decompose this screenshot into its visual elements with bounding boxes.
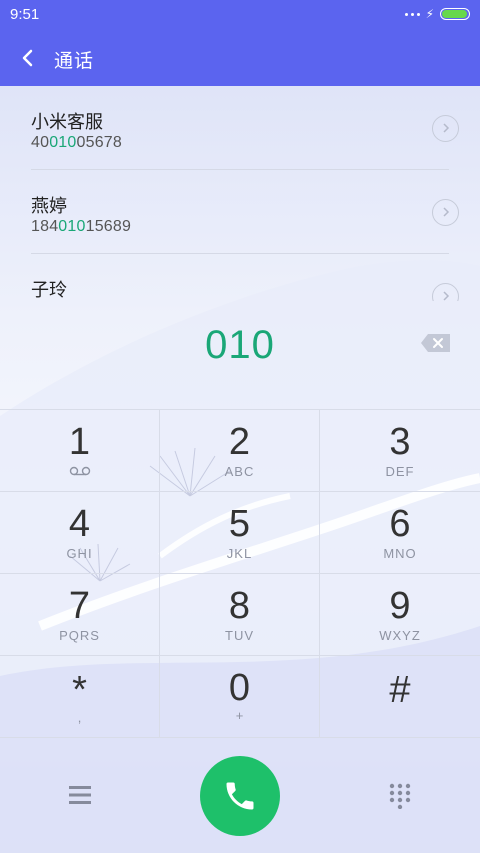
contact-name: 小米客服 [31, 112, 103, 132]
call-button[interactable] [200, 756, 280, 836]
number-match: 010 [58, 218, 86, 235]
chevron-right-icon [443, 291, 450, 301]
key-star[interactable]: * , [0, 656, 160, 738]
key-digit: * [72, 669, 87, 711]
status-bar: 9:51 ⚡ [0, 0, 480, 30]
key-9[interactable]: 9 WXYZ [320, 574, 480, 656]
dialed-number: 010 [205, 323, 275, 367]
number-match: 010 [49, 134, 77, 151]
key-digit: 3 [389, 421, 411, 463]
key-3[interactable]: 3 DEF [320, 410, 480, 492]
menu-icon[interactable] [68, 784, 92, 806]
key-5[interactable]: 5 JKL [160, 492, 320, 574]
contact-detail-button[interactable] [432, 199, 459, 226]
key-digit: 8 [228, 585, 251, 627]
key-digit: 9 [389, 585, 411, 627]
key-letters: DEF [385, 464, 415, 479]
contact-suggestions: 小米客服 4001005678 燕婷 18401015689 子玲 [0, 86, 480, 301]
charging-icon: ⚡ [425, 7, 434, 21]
number-prefix: 184 [31, 218, 59, 235]
key-letters: + [235, 708, 244, 723]
app-bar: 通话 [0, 30, 480, 86]
key-digit: 4 [68, 503, 91, 545]
key-0[interactable]: 0 + [160, 656, 320, 738]
key-letters: JKL [226, 546, 253, 561]
battery-level [442, 10, 467, 18]
contact-name: 子玲 [31, 280, 67, 300]
status-time: 9:51 [10, 6, 40, 23]
key-6[interactable]: 6 MNO [320, 492, 480, 574]
voicemail-icon [69, 466, 90, 476]
backspace-icon[interactable] [420, 333, 452, 353]
key-letters: TUV [225, 628, 254, 643]
key-letters: GHI [66, 546, 93, 561]
more-dots-icon [404, 6, 420, 22]
key-letters: PQRS [59, 628, 100, 643]
battery-icon [440, 8, 470, 20]
key-digit: 1 [68, 421, 91, 463]
key-letters: , [77, 710, 82, 725]
key-digit: 7 [68, 585, 91, 627]
contact-item[interactable]: 子玲 [31, 254, 459, 301]
number-suffix: 05678 [76, 134, 122, 151]
contact-item[interactable]: 燕婷 18401015689 [31, 170, 459, 254]
key-1[interactable]: 1 [0, 410, 160, 492]
key-letters: WXYZ [379, 628, 421, 643]
contact-detail-button[interactable] [432, 283, 459, 301]
contact-number: 18401015689 [31, 218, 131, 236]
key-digit: # [389, 669, 411, 711]
contact-item[interactable]: 小米客服 4001005678 [31, 86, 459, 170]
contact-detail-button[interactable] [432, 115, 459, 142]
chevron-right-icon [443, 207, 450, 217]
bottom-bar [0, 739, 480, 853]
key-7[interactable]: 7 PQRS [0, 574, 160, 656]
chevron-left-icon[interactable] [14, 44, 42, 72]
page-title: 通话 [54, 51, 95, 72]
key-8[interactable]: 8 TUV [160, 574, 320, 656]
key-digit: 5 [228, 503, 251, 545]
number-entry: 010 [0, 301, 480, 409]
key-digit: 6 [389, 503, 411, 545]
key-digit: 2 [228, 421, 251, 463]
contact-name: 燕婷 [31, 196, 67, 216]
dialpad-icon[interactable] [388, 783, 412, 809]
key-letters: MNO [383, 546, 417, 561]
key-2[interactable]: 2 ABC [160, 410, 320, 492]
number-prefix: 40 [31, 134, 50, 151]
chevron-right-icon [443, 123, 450, 133]
key-digit: 0 [228, 667, 251, 709]
status-icons: ⚡ [404, 6, 470, 22]
dial-keypad: 1 2 ABC 3 DEF 4 GHI 5 JKL 6 MNO 7 PQRS 8… [0, 409, 480, 740]
number-suffix: 15689 [85, 218, 132, 235]
key-4[interactable]: 4 GHI [0, 492, 160, 574]
contact-number: 4001005678 [31, 134, 122, 152]
key-letters: ABC [224, 464, 255, 479]
phone-icon [226, 782, 254, 810]
key-hash[interactable]: # [320, 656, 480, 738]
